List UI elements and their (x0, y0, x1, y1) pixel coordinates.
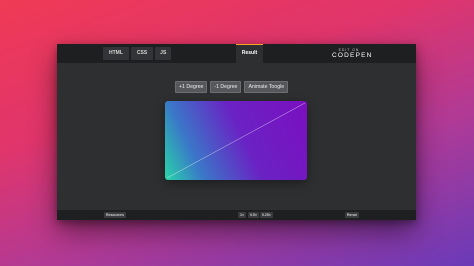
codepen-embed: HTML CSS JS Result EDIT ON CODEPEN +1 De… (57, 44, 416, 220)
tab-css[interactable]: CSS (130, 47, 154, 60)
control-buttons: +1 Degree -1 Degree Animate Toogle (175, 81, 289, 93)
tab-html[interactable]: HTML (103, 47, 129, 60)
editor-tabs: HTML CSS JS (103, 47, 172, 60)
angle-line (166, 102, 306, 179)
zoom-05x-button[interactable]: 0.5× (248, 212, 259, 218)
gradient-angle-line (166, 102, 306, 179)
rerun-button[interactable]: Rerun (345, 212, 360, 218)
resources-button[interactable]: Resources (104, 212, 126, 218)
editor-topbar: HTML CSS JS Result EDIT ON CODEPEN (57, 44, 416, 63)
tab-js[interactable]: JS (155, 47, 172, 60)
plus-degree-button[interactable]: +1 Degree (175, 81, 208, 93)
animate-toggle-button[interactable]: Animate Toogle (244, 81, 289, 93)
zoom-025x-button[interactable]: 0.25× (260, 212, 273, 218)
gradient-preview (165, 101, 307, 180)
editor-footer: Resources 1× 0.5× 0.25× Rerun (57, 210, 416, 220)
codepen-logo[interactable]: EDIT ON CODEPEN (332, 48, 373, 60)
codepen-wordmark: CODEPEN (332, 52, 373, 59)
tab-result[interactable]: Result (236, 44, 263, 63)
zoom-1x-button[interactable]: 1× (238, 212, 246, 218)
minus-degree-button[interactable]: -1 Degree (210, 81, 242, 93)
